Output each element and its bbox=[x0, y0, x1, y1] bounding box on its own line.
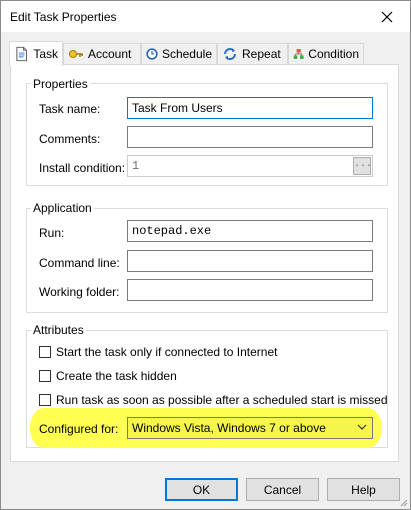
run-missed-checkbox-box[interactable] bbox=[39, 394, 51, 406]
close-button[interactable] bbox=[364, 1, 410, 32]
install-condition-input: 1 ... bbox=[127, 155, 373, 177]
title-bar: Edit Task Properties bbox=[1, 1, 410, 32]
properties-legend: Properties bbox=[31, 77, 90, 91]
key-icon bbox=[69, 50, 83, 58]
resize-grip-icon[interactable] bbox=[398, 497, 408, 507]
configured-for-label: Configured for: bbox=[39, 422, 119, 436]
working-folder-label: Working folder: bbox=[39, 285, 120, 299]
configured-for-value: Windows Vista, Windows 7 or above bbox=[132, 421, 326, 435]
command-line-input[interactable] bbox=[127, 250, 373, 272]
hidden-task-checkbox-box[interactable] bbox=[39, 370, 51, 382]
working-folder-input[interactable] bbox=[127, 279, 373, 301]
chevron-down-icon bbox=[357, 424, 367, 430]
comments-input[interactable] bbox=[127, 126, 373, 148]
tab-schedule-label: Schedule bbox=[161, 47, 212, 61]
internet-only-checkbox[interactable]: Start the task only if connected to Inte… bbox=[39, 345, 277, 359]
tab-schedule[interactable]: Schedule bbox=[141, 43, 217, 64]
hidden-task-checkbox[interactable]: Create the task hidden bbox=[39, 369, 177, 383]
configured-for-select[interactable]: Windows Vista, Windows 7 or above bbox=[127, 417, 373, 439]
tab-task-label: Task bbox=[33, 47, 58, 61]
tab-condition[interactable]: Condition bbox=[288, 43, 364, 64]
install-condition-label: Install condition: bbox=[39, 161, 126, 175]
tab-account[interactable]: Account bbox=[63, 43, 141, 64]
run-missed-label: Run task as soon as possible after a sch… bbox=[56, 393, 388, 407]
document-icon bbox=[16, 46, 27, 62]
cancel-button[interactable]: Cancel bbox=[246, 478, 319, 501]
application-legend: Application bbox=[31, 201, 94, 215]
tab-repeat[interactable]: Repeat bbox=[217, 43, 288, 64]
repeat-icon bbox=[224, 48, 236, 60]
close-icon bbox=[381, 11, 393, 22]
tab-condition-label: Condition bbox=[308, 47, 359, 61]
run-label: Run: bbox=[39, 226, 65, 240]
tab-account-label: Account bbox=[88, 47, 132, 61]
install-condition-value: 1 bbox=[132, 159, 140, 173]
internet-only-checkbox-box[interactable] bbox=[39, 346, 51, 358]
help-button[interactable]: Help bbox=[327, 478, 400, 501]
tab-repeat-label: Repeat bbox=[242, 47, 281, 61]
tab-task[interactable]: Task bbox=[9, 41, 63, 66]
ok-button[interactable]: OK bbox=[165, 478, 238, 501]
task-name-input[interactable]: Task From Users bbox=[127, 97, 373, 119]
dialog-title: Edit Task Properties bbox=[10, 10, 117, 24]
hidden-task-label: Create the task hidden bbox=[56, 369, 177, 383]
install-condition-browse-button[interactable]: ... bbox=[353, 157, 372, 175]
command-line-label: Command line: bbox=[39, 256, 120, 270]
hierarchy-icon bbox=[293, 49, 304, 59]
internet-only-label: Start the task only if connected to Inte… bbox=[56, 345, 278, 359]
task-name-label: Task name: bbox=[39, 102, 101, 116]
clock-icon bbox=[146, 48, 158, 60]
edit-task-properties-dialog: Edit Task Properties Task Account Schedu… bbox=[0, 0, 411, 510]
comments-label: Comments: bbox=[39, 132, 101, 146]
run-input[interactable]: notepad.exe bbox=[127, 220, 373, 242]
run-missed-checkbox[interactable]: Run task as soon as possible after a sch… bbox=[39, 393, 388, 407]
attributes-legend: Attributes bbox=[31, 323, 86, 337]
